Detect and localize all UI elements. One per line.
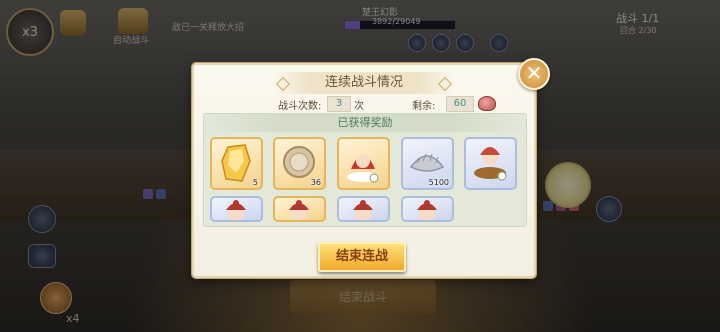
reward-count: 5100 xyxy=(428,178,449,187)
reward-item[interactable]: 5100 xyxy=(401,137,454,190)
battle-count-value: 3 xyxy=(327,96,351,112)
reward-item[interactable]: 5 xyxy=(210,137,263,190)
battle-count-unit: 次 xyxy=(354,101,364,112)
stamina-bun-icon xyxy=(478,96,496,111)
reward-item[interactable] xyxy=(337,196,390,222)
dialog-title: 连续战斗情况 xyxy=(272,72,456,94)
reward-item[interactable]: 36 xyxy=(273,137,326,190)
reward-item[interactable] xyxy=(273,196,326,222)
reward-count: 36 xyxy=(310,178,321,187)
close-icon: ✕ xyxy=(525,61,543,85)
reward-count: 5 xyxy=(252,178,258,187)
reward-item[interactable] xyxy=(401,196,454,222)
reward-item[interactable] xyxy=(464,137,517,190)
reward-item[interactable] xyxy=(337,137,390,190)
finish-button-label: 结束连战 xyxy=(335,249,388,264)
remaining-value: 60 xyxy=(446,96,474,112)
close-button[interactable]: ✕ xyxy=(518,58,550,90)
remaining-label: 剩余: xyxy=(412,101,436,112)
finish-button[interactable]: 结束连战 xyxy=(318,242,406,272)
reward-item[interactable] xyxy=(210,196,263,222)
battle-count-label: 战斗次数: xyxy=(278,101,322,112)
rewards-header: 已获得奖励 xyxy=(204,114,526,132)
